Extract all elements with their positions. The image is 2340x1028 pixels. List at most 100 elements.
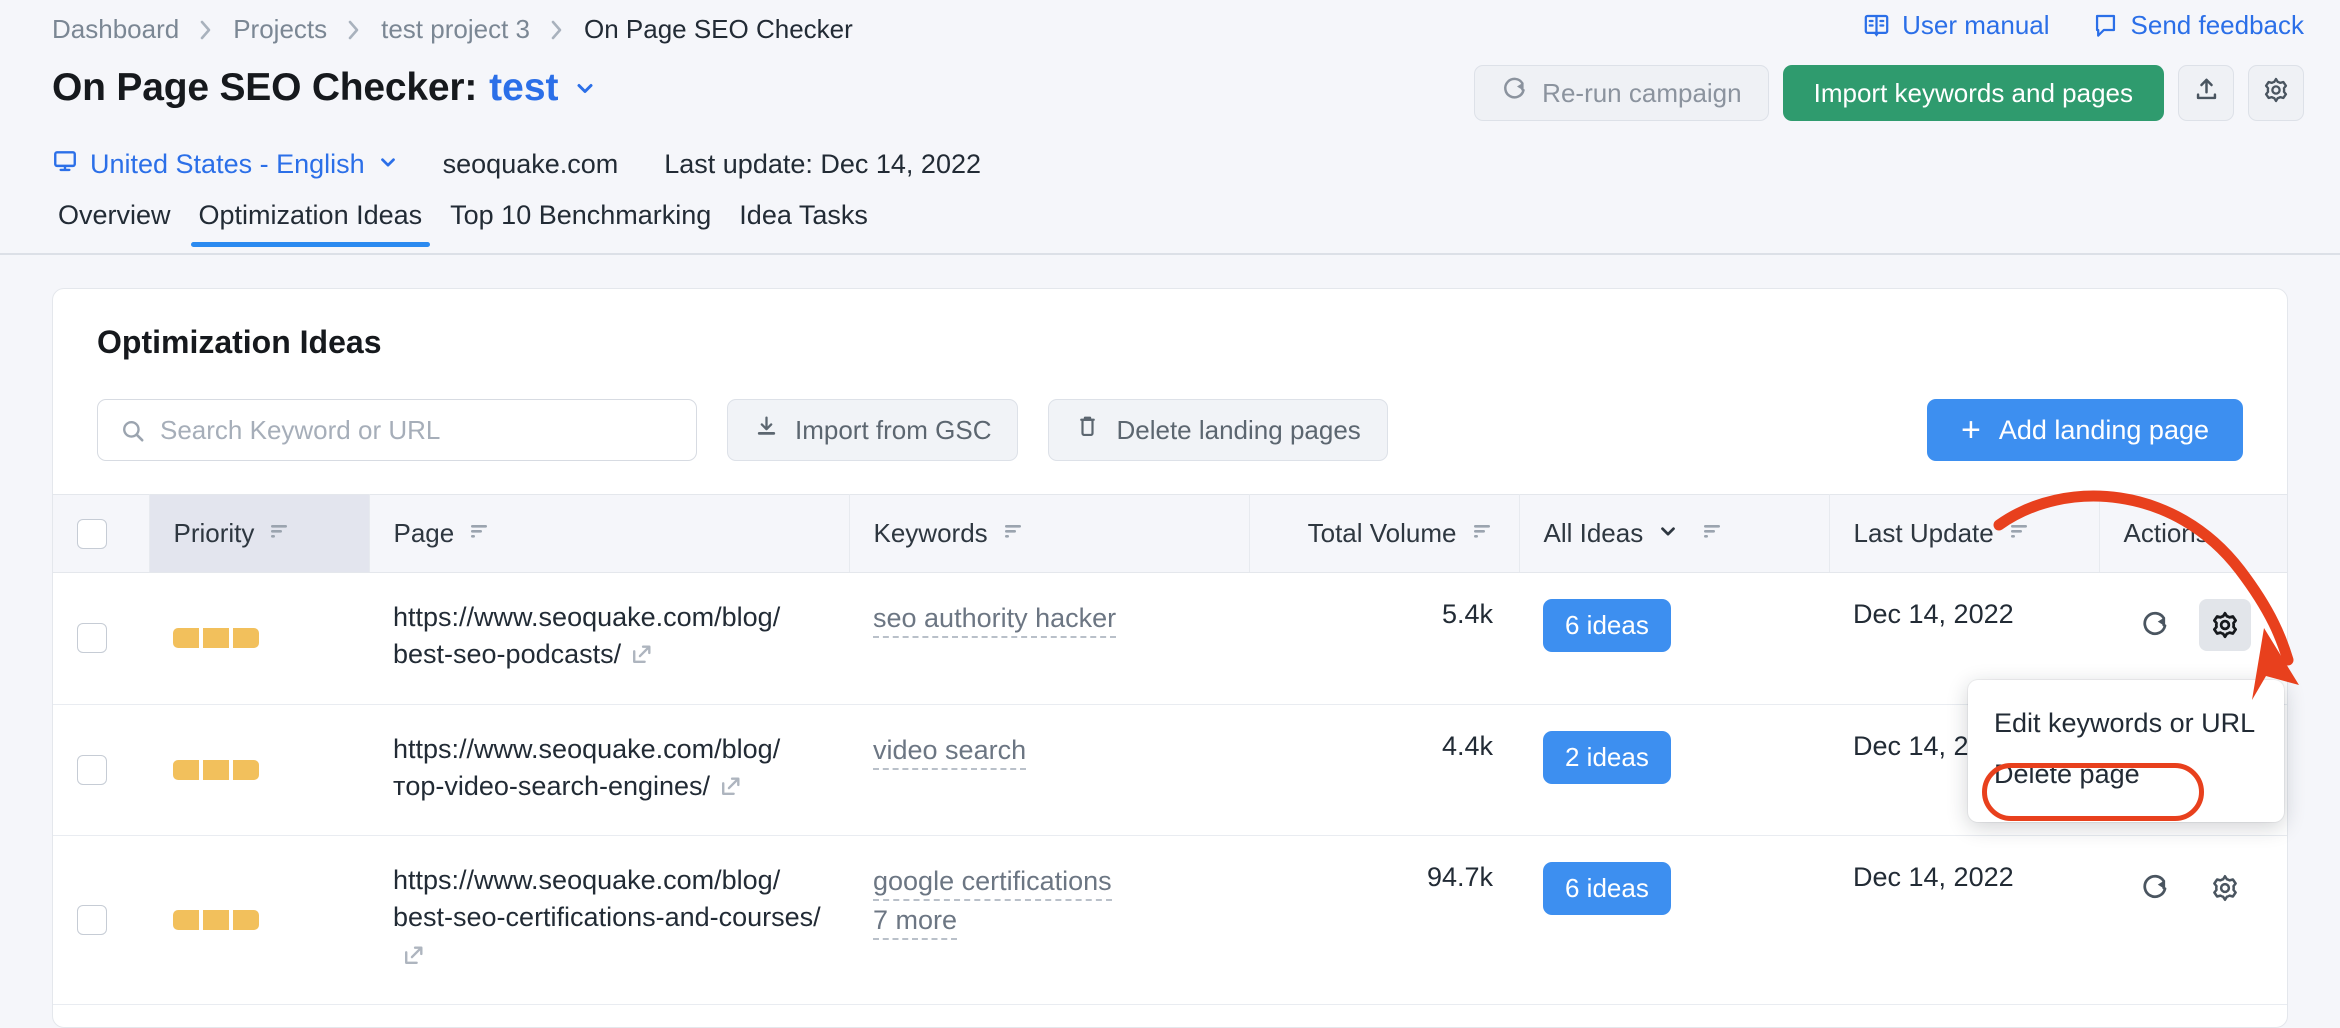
rerun-campaign-button[interactable]: Re-run campaign bbox=[1474, 65, 1768, 121]
delete-landing-pages-label: Delete landing pages bbox=[1116, 415, 1360, 446]
row-keywords-cell: seo authority hacker bbox=[849, 573, 1249, 705]
import-keywords-and-pages-button[interactable]: Import keywords and pages bbox=[1783, 65, 2164, 121]
keyword-label[interactable]: video search bbox=[873, 735, 1026, 770]
page-url-line-1: https://www.seoquake.com/blog/ bbox=[393, 865, 780, 895]
table-header-row: Priority Page bbox=[53, 495, 2287, 573]
domain-label: seoquake.com bbox=[443, 149, 619, 180]
row-checkbox[interactable] bbox=[77, 755, 107, 785]
keyword-link[interactable]: video search bbox=[873, 731, 1249, 770]
tab-overview[interactable]: Overview bbox=[44, 200, 185, 247]
row-ideas-cell: 2 ideas bbox=[1519, 704, 1829, 836]
add-landing-page-button[interactable]: + Add landing page bbox=[1927, 399, 2243, 461]
table-row: https://www.seoquake.com/blog/ best-seo-… bbox=[53, 836, 2287, 1005]
column-priority-label: Priority bbox=[174, 518, 255, 549]
column-page[interactable]: Page bbox=[369, 495, 849, 573]
page-url[interactable]: https://www.seoquake.com/blog/ best-seo-… bbox=[393, 599, 849, 678]
table-row: https://www.seoquake.com/blog/ best-seo-… bbox=[53, 573, 2287, 705]
last-update-label: Last update: Dec 14, 2022 bbox=[664, 149, 981, 180]
column-page-label: Page bbox=[394, 518, 455, 549]
tab-top-10-benchmarking[interactable]: Top 10 Benchmarking bbox=[436, 200, 725, 247]
priority-indicator bbox=[173, 910, 369, 930]
row-total-volume-cell: 94.7k bbox=[1249, 836, 1519, 1005]
sort-icon bbox=[1701, 518, 1723, 549]
keyword-link[interactable]: google certifications bbox=[873, 862, 1249, 901]
tab-idea-tasks[interactable]: Idea Tasks bbox=[725, 200, 882, 247]
column-all-ideas[interactable]: All Ideas bbox=[1519, 495, 1829, 573]
locale-selector[interactable]: United States - English bbox=[52, 148, 399, 181]
page-url[interactable]: https://www.seoquake.com/blog/ тop-video… bbox=[393, 731, 849, 810]
tab-optimization-ideas[interactable]: Optimization Ideas bbox=[185, 200, 437, 247]
column-priority[interactable]: Priority bbox=[149, 495, 369, 573]
column-actions-label: Actions bbox=[2124, 518, 2209, 549]
rerun-row-button[interactable] bbox=[2129, 862, 2181, 914]
breadcrumb-item-projects[interactable]: Projects bbox=[233, 14, 327, 45]
monitor-icon bbox=[52, 148, 78, 181]
rerun-campaign-label: Re-run campaign bbox=[1542, 78, 1741, 109]
keyword-link[interactable]: seo authority hacker bbox=[873, 599, 1249, 638]
row-page-cell: https://www.seoquake.com/blog/ тop-video… bbox=[369, 704, 849, 836]
breadcrumb-item-dashboard[interactable]: Dashboard bbox=[52, 14, 179, 45]
search-box[interactable] bbox=[97, 399, 697, 461]
sort-icon bbox=[2008, 518, 2030, 549]
ideas-badge[interactable]: 6 ideas bbox=[1543, 862, 1671, 915]
row-total-volume-cell: 5.4k bbox=[1249, 573, 1519, 705]
send-feedback-link[interactable]: Send feedback bbox=[2092, 10, 2304, 41]
row-select-cell bbox=[53, 573, 149, 705]
keyword-more-link[interactable]: 7 more bbox=[873, 901, 1249, 940]
page-url-line-2: тop-video-search-engines/ bbox=[393, 771, 710, 801]
breadcrumb: Dashboard Projects test project 3 On Pag… bbox=[52, 14, 853, 45]
upload-icon bbox=[2193, 76, 2220, 110]
sort-icon bbox=[1471, 518, 1493, 549]
column-keywords[interactable]: Keywords bbox=[849, 495, 1249, 573]
row-settings-button[interactable] bbox=[2199, 599, 2251, 651]
user-manual-link[interactable]: User manual bbox=[1863, 10, 2049, 41]
keyword-label[interactable]: google certifications bbox=[873, 866, 1112, 901]
row-select-cell bbox=[53, 836, 149, 1005]
row-ideas-cell: 6 ideas bbox=[1519, 573, 1829, 705]
row-checkbox[interactable] bbox=[77, 623, 107, 653]
chevron-right-icon bbox=[199, 19, 213, 41]
breadcrumb-item-test-project-3[interactable]: test project 3 bbox=[381, 14, 530, 45]
row-last-update-cell: Dec 14, 2022 bbox=[1829, 836, 2099, 1005]
external-link-icon[interactable] bbox=[629, 640, 654, 677]
chevron-right-icon bbox=[347, 19, 361, 41]
delete-landing-pages-button[interactable]: Delete landing pages bbox=[1048, 399, 1387, 461]
chevron-down-icon[interactable] bbox=[573, 76, 597, 100]
row-actions-dropdown: Edit keywords or URL Delete page bbox=[1968, 680, 2284, 822]
column-all-ideas-label: All Ideas bbox=[1544, 518, 1644, 549]
trash-icon bbox=[1075, 414, 1100, 446]
ideas-badge[interactable]: 6 ideas bbox=[1543, 599, 1671, 652]
settings-button[interactable] bbox=[2248, 65, 2304, 121]
row-settings-button[interactable] bbox=[2199, 862, 2251, 914]
page-url[interactable]: https://www.seoquake.com/blog/ best-seo-… bbox=[393, 862, 849, 978]
external-link-icon[interactable] bbox=[401, 941, 426, 978]
chevron-down-icon[interactable] bbox=[1657, 518, 1679, 549]
dropdown-item-delete-page[interactable]: Delete page bbox=[1968, 749, 2284, 800]
column-last-update[interactable]: Last Update bbox=[1829, 495, 2099, 573]
dropdown-item-edit-keywords-or-url[interactable]: Edit keywords or URL bbox=[1968, 698, 2284, 749]
row-select-cell bbox=[53, 704, 149, 836]
table-row: https://www.seoquake.com/blog/ тop-video… bbox=[53, 704, 2287, 836]
rerun-row-button[interactable] bbox=[2129, 599, 2181, 651]
column-total-volume[interactable]: Total Volume bbox=[1249, 495, 1519, 573]
row-keywords-cell: google certifications 7 more bbox=[849, 836, 1249, 1005]
breadcrumb-item-current: On Page SEO Checker bbox=[584, 14, 853, 45]
import-from-gsc-button[interactable]: Import from GSC bbox=[727, 399, 1018, 461]
keyword-more-label[interactable]: 7 more bbox=[873, 905, 957, 940]
external-link-icon[interactable] bbox=[718, 772, 743, 809]
row-actions bbox=[2123, 862, 2287, 914]
project-name-link[interactable]: test bbox=[489, 66, 558, 110]
row-checkbox[interactable] bbox=[77, 905, 107, 935]
ideas-badge[interactable]: 2 ideas bbox=[1543, 731, 1671, 784]
row-actions bbox=[2123, 599, 2287, 651]
column-total-volume-label: Total Volume bbox=[1308, 518, 1457, 549]
select-all-checkbox[interactable] bbox=[77, 519, 107, 549]
search-input[interactable] bbox=[98, 400, 696, 460]
tab-bar: Overview Optimization Ideas Top 10 Bench… bbox=[44, 200, 882, 247]
optimization-ideas-table: Priority Page bbox=[53, 494, 2287, 1005]
page-url-line-2: best-seo-podcasts/ bbox=[393, 639, 621, 669]
export-button[interactable] bbox=[2178, 65, 2234, 121]
download-icon bbox=[754, 414, 779, 446]
keyword-label[interactable]: seo authority hacker bbox=[873, 603, 1116, 638]
sort-icon bbox=[1002, 518, 1024, 549]
